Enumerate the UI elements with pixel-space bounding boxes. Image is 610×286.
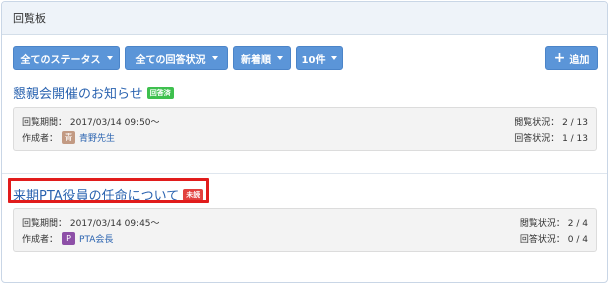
author-label: 作成者： bbox=[22, 235, 59, 245]
plus-icon: + bbox=[553, 50, 566, 66]
sort-label: 新着順 bbox=[241, 54, 271, 66]
circular-board-panel: 回覧板 全てのステータス 全ての回答状況 新着順 10件 + 追加 懇親会開催の… bbox=[1, 1, 608, 283]
chevron-down-icon bbox=[331, 56, 338, 60]
toolbar: 全てのステータス 全ての回答状況 新着順 10件 + 追加 bbox=[13, 46, 598, 70]
answer-status: 回答状況： 1 / 13 bbox=[514, 134, 588, 144]
item-card: 回覧期間： 2017/03/14 09:45〜 作成者： P PTA会長 閲覧状… bbox=[13, 208, 597, 252]
page-size-label: 10件 bbox=[301, 54, 326, 66]
author-label: 作成者： bbox=[22, 134, 59, 144]
answer-status: 回答状況： 0 / 4 bbox=[519, 235, 588, 245]
item-card: 回覧期間： 2017/03/14 09:50〜 作成者： 青 青野先生 閲覧状況… bbox=[13, 107, 597, 151]
avatar: P bbox=[62, 232, 76, 245]
item-title-link[interactable]: 懇親会開催のお知らせ bbox=[13, 83, 143, 102]
highlight-annotation-box bbox=[8, 178, 209, 203]
read-status: 閲覧状況： 2 / 13 bbox=[514, 118, 588, 128]
circulation-period: 回覧期間： 2017/03/14 09:45〜 bbox=[22, 219, 160, 229]
author-row: 作成者： P PTA会長 bbox=[22, 232, 113, 245]
add-label: 追加 bbox=[569, 54, 590, 66]
panel-header: 回覧板 bbox=[2, 2, 607, 35]
divider bbox=[2, 173, 607, 174]
chevron-down-icon bbox=[211, 56, 218, 60]
status-filter-label: 全てのステータス bbox=[20, 54, 101, 66]
status-filter-dropdown[interactable]: 全てのステータス bbox=[13, 46, 120, 70]
chevron-down-icon bbox=[277, 56, 283, 60]
status-badge: 回答済 bbox=[146, 86, 174, 99]
author-name[interactable]: 青野先生 bbox=[79, 131, 115, 144]
avatar: 青 bbox=[62, 131, 76, 144]
panel-title: 回覧板 bbox=[13, 12, 46, 25]
item-title-row: 懇親会開催のお知らせ 回答済 bbox=[13, 83, 174, 102]
add-button[interactable]: + 追加 bbox=[545, 46, 598, 70]
author-name[interactable]: PTA会長 bbox=[79, 232, 113, 245]
read-status: 閲覧状況： 2 / 4 bbox=[519, 219, 588, 229]
page-size-dropdown[interactable]: 10件 bbox=[296, 46, 343, 70]
answer-filter-label: 全ての回答状況 bbox=[135, 54, 206, 66]
answer-filter-dropdown[interactable]: 全ての回答状況 bbox=[125, 46, 228, 70]
sort-dropdown[interactable]: 新着順 bbox=[233, 46, 291, 70]
chevron-down-icon bbox=[106, 56, 113, 60]
author-row: 作成者： 青 青野先生 bbox=[22, 131, 115, 144]
circulation-period: 回覧期間： 2017/03/14 09:50〜 bbox=[22, 118, 160, 128]
